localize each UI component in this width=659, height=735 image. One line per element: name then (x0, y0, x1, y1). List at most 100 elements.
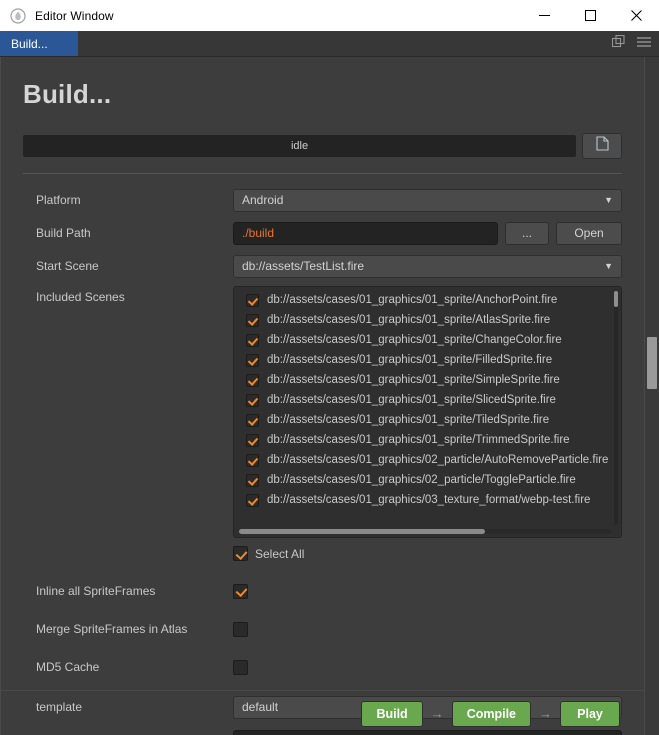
list-item[interactable]: db://assets/cases/01_graphics/02_particl… (234, 450, 613, 470)
window-title: Editor Window (35, 8, 114, 23)
build-path-label: Build Path (36, 226, 91, 240)
build-panel-content: Build... idle Platform Android ▼ Build P… (0, 57, 645, 735)
build-status-text: idle (290, 140, 309, 152)
header-divider (23, 173, 622, 174)
chevron-down-icon: ▼ (604, 194, 613, 205)
scene-path-label: db://assets/cases/01_graphics/02_particl… (267, 454, 609, 466)
scene-checkbox[interactable] (246, 333, 259, 347)
inline-spriteframes-label: Inline all SpriteFrames (36, 584, 156, 598)
tab-strip: Build... (0, 31, 659, 57)
log-file-icon (595, 136, 609, 156)
start-scene-value: db://assets/TestList.fire (242, 259, 365, 273)
list-item[interactable]: db://assets/cases/01_graphics/01_sprite/… (234, 350, 613, 370)
panel-vertical-scrollbar[interactable] (645, 57, 659, 735)
scene-checkbox[interactable] (246, 473, 259, 487)
md5-cache-checkbox[interactable] (233, 659, 248, 675)
list-item[interactable]: db://assets/cases/01_graphics/01_sprite/… (234, 430, 613, 450)
start-scene-label: Start Scene (36, 259, 99, 273)
scene-path-label: db://assets/cases/01_graphics/01_sprite/… (267, 334, 562, 346)
scene-path-label: db://assets/cases/01_graphics/01_sprite/… (267, 434, 570, 446)
list-item[interactable]: db://assets/cases/01_graphics/01_sprite/… (234, 310, 613, 330)
scene-checkbox[interactable] (246, 313, 259, 327)
platform-label: Platform (36, 193, 81, 207)
minimize-button[interactable] (521, 0, 567, 31)
merge-spriteframes-checkbox[interactable] (233, 621, 248, 637)
included-scenes-list[interactable]: db://assets/cases/01_graphics/01_sprite/… (233, 286, 622, 538)
scrollbar-thumb[interactable] (614, 291, 618, 307)
droplet-logo-icon (10, 7, 26, 24)
scene-checkbox[interactable] (246, 353, 259, 367)
scene-checkbox[interactable] (246, 453, 259, 467)
merge-spriteframes-label: Merge SpriteFrames in Atlas (36, 622, 188, 636)
open-log-button[interactable] (582, 133, 622, 159)
scene-checkbox[interactable] (246, 373, 259, 387)
select-all-row[interactable]: Select All (233, 546, 622, 561)
arrow-separator-icon: → (430, 706, 444, 721)
build-progress-bar: idle (23, 135, 576, 157)
list-item[interactable]: db://assets/cases/01_graphics/02_particl… (234, 470, 613, 490)
scene-path-label: db://assets/cases/01_graphics/03_texture… (267, 494, 591, 506)
platform-value: Android (242, 193, 284, 207)
list-item[interactable]: db://assets/cases/01_graphics/01_sprite/… (234, 290, 613, 310)
build-path-input[interactable]: ./build (233, 221, 498, 245)
window-titlebar: Editor Window (0, 0, 659, 31)
start-scene-select[interactable]: db://assets/TestList.fire ▼ (233, 254, 622, 278)
chevron-down-icon: ▼ (604, 260, 613, 271)
page-title: Build... (23, 79, 112, 109)
footer-actions: Build → Compile → Play (1, 690, 644, 735)
scene-checkbox[interactable] (246, 433, 259, 447)
arrow-separator-icon: → (539, 706, 552, 721)
build-path-open-button[interactable]: Open (556, 221, 622, 245)
platform-select[interactable]: Android ▼ (233, 188, 622, 212)
scene-path-label: db://assets/cases/01_graphics/01_sprite/… (267, 374, 560, 386)
included-scenes-label: Included Scenes (36, 290, 125, 304)
scene-path-label: db://assets/cases/01_graphics/01_sprite/… (267, 314, 551, 326)
scene-checkbox[interactable] (246, 393, 259, 407)
scene-path-label: db://assets/cases/01_graphics/02_particl… (267, 474, 576, 486)
list-item[interactable]: db://assets/cases/01_graphics/03_texture… (234, 490, 613, 510)
build-button[interactable]: Build (361, 700, 423, 727)
compile-button[interactable]: Compile (451, 700, 531, 727)
duplicate-panel-icon[interactable] (611, 34, 625, 53)
scene-checkbox[interactable] (246, 413, 259, 427)
row-start-scene: Start Scene db://assets/TestList.fire ▼ (23, 253, 622, 279)
tab-build-label: Build... (11, 36, 48, 51)
tab-build[interactable]: Build... (0, 31, 78, 56)
play-button[interactable]: Play (560, 700, 620, 727)
build-status-row: idle (23, 133, 622, 159)
md5-cache-label: MD5 Cache (36, 660, 100, 674)
scene-checkbox[interactable] (246, 493, 259, 507)
select-all-checkbox[interactable] (233, 546, 248, 561)
window-controls (521, 0, 659, 31)
build-form: Platform Android ▼ Build Path ./build ..… (1, 187, 644, 735)
list-item[interactable]: db://assets/cases/01_graphics/01_sprite/… (234, 410, 613, 430)
close-button[interactable] (613, 0, 659, 31)
list-item[interactable]: db://assets/cases/01_graphics/01_sprite/… (234, 390, 613, 410)
row-md5-cache: MD5 Cache (23, 654, 622, 680)
scene-path-label: db://assets/cases/01_graphics/01_sprite/… (267, 354, 553, 366)
included-scenes-vertical-scrollbar[interactable] (614, 291, 618, 525)
list-item[interactable]: db://assets/cases/01_graphics/01_sprite/… (234, 330, 613, 350)
scrollbar-thumb[interactable] (647, 337, 657, 389)
scene-path-label: db://assets/cases/01_graphics/01_sprite/… (267, 394, 556, 406)
scrollbar-thumb[interactable] (239, 529, 486, 534)
row-included-scenes: Included Scenes db://assets/cases/01_gra… (23, 286, 622, 538)
row-build-path: Build Path ./build ... Open (23, 220, 622, 246)
scene-path-label: db://assets/cases/01_graphics/01_sprite/… (267, 414, 550, 426)
scene-path-label: db://assets/cases/01_graphics/01_sprite/… (267, 294, 558, 306)
row-merge-spriteframes: Merge SpriteFrames in Atlas (23, 616, 622, 642)
row-inline-spriteframes: Inline all SpriteFrames (23, 578, 622, 604)
build-path-browse-button[interactable]: ... (505, 221, 549, 245)
build-path-value: ./build (242, 226, 275, 240)
list-item[interactable]: db://assets/cases/01_graphics/01_sprite/… (234, 370, 613, 390)
included-scenes-horizontal-scrollbar[interactable] (239, 529, 612, 534)
maximize-button[interactable] (567, 0, 613, 31)
row-platform: Platform Android ▼ (23, 187, 622, 213)
included-scenes-list-viewport: db://assets/cases/01_graphics/01_sprite/… (234, 290, 613, 526)
scene-checkbox[interactable] (246, 293, 259, 307)
select-all-label: Select All (255, 546, 305, 561)
tab-strip-actions (611, 31, 659, 56)
hamburger-menu-icon[interactable] (637, 35, 651, 53)
build-panel: Build... idle Platform Android ▼ Build P… (0, 57, 659, 735)
inline-spriteframes-checkbox[interactable] (233, 583, 248, 599)
